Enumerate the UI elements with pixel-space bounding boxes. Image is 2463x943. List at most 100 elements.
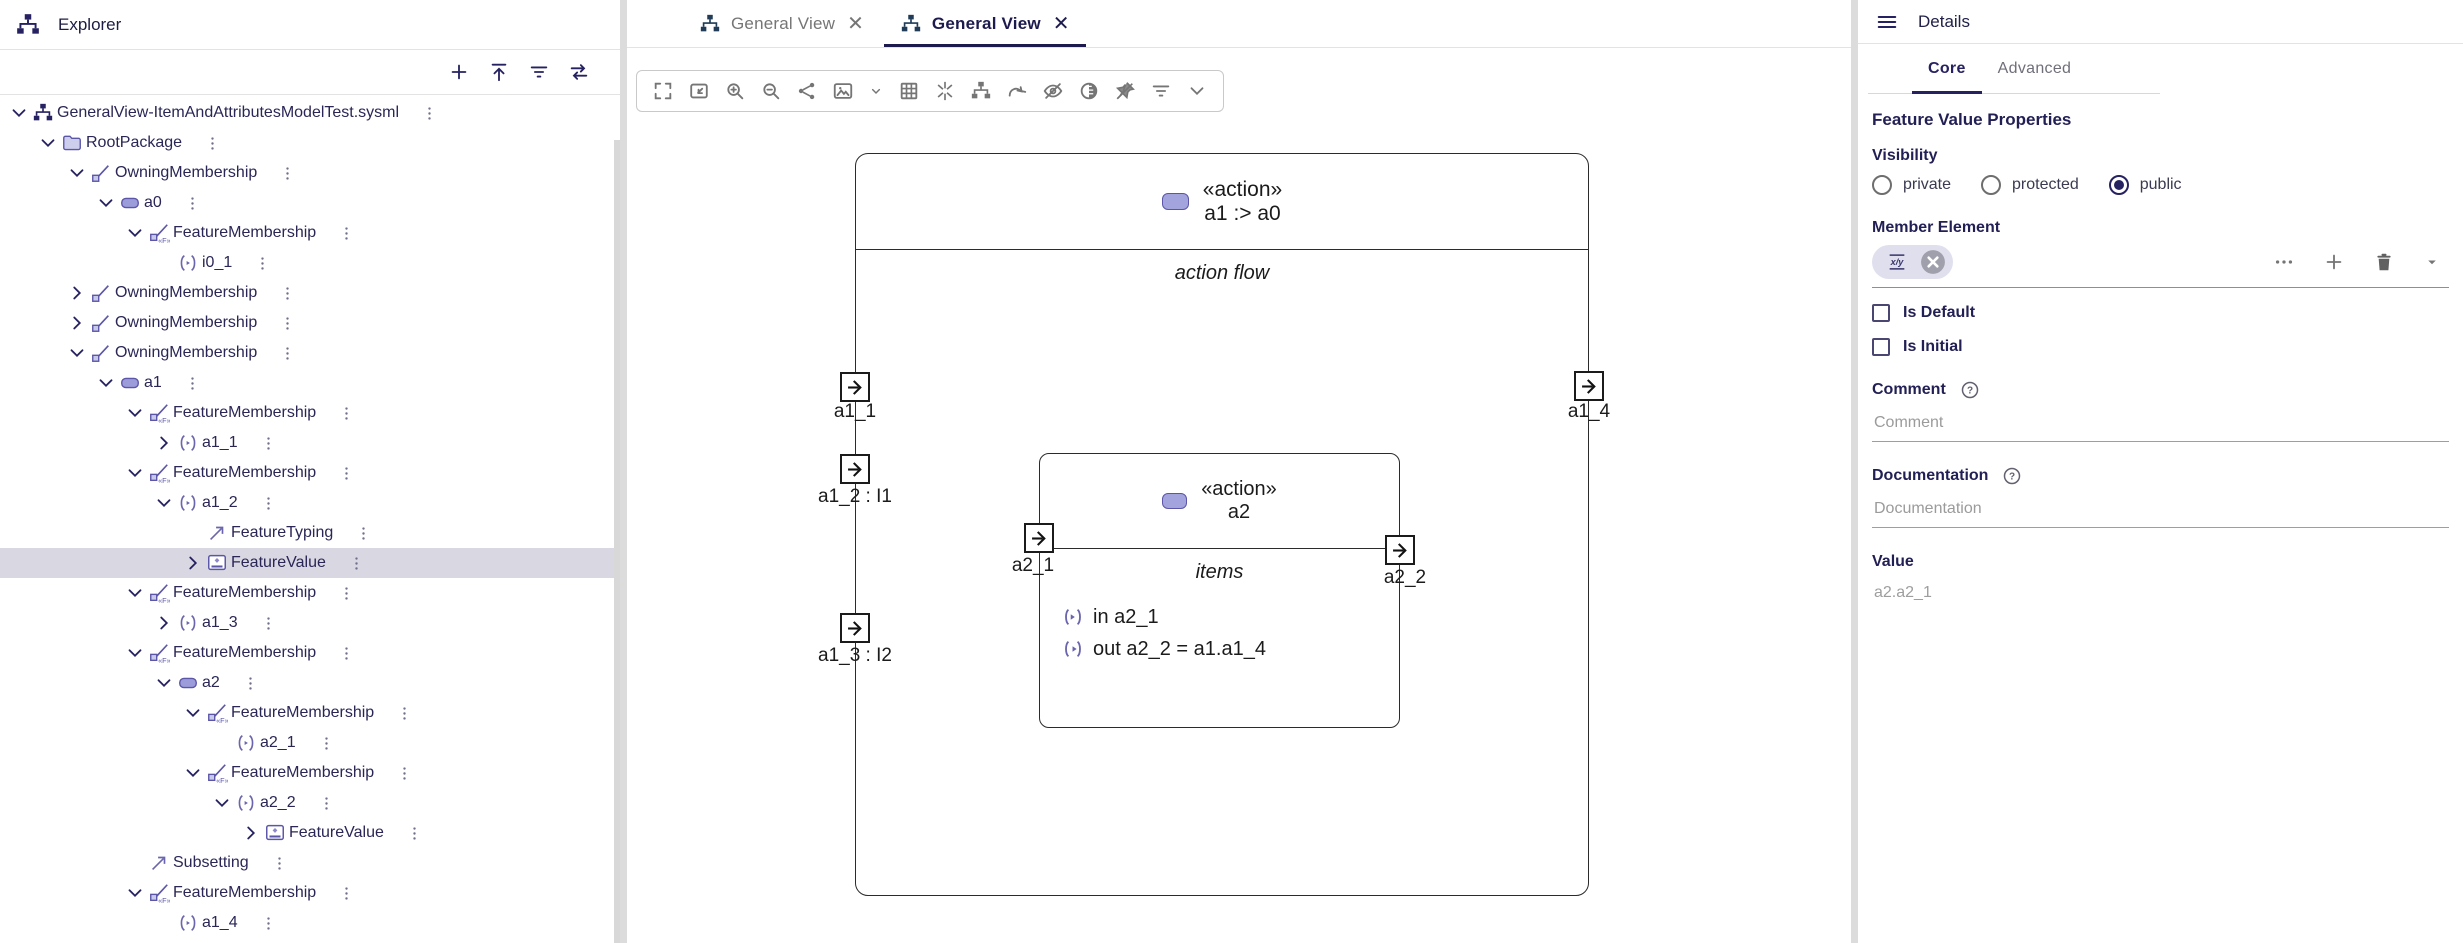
chevron-down-icon[interactable]	[36, 132, 60, 154]
more-actions-icon[interactable]	[348, 555, 365, 572]
tree-item-featuremembership[interactable]: «F»FeatureMembership	[0, 578, 620, 608]
filter-elements-icon[interactable]	[1143, 80, 1179, 102]
tree-item-a2-1[interactable]: a2_1	[0, 728, 620, 758]
delete-member-icon[interactable]	[2371, 249, 2397, 275]
chevron-right-icon[interactable]	[239, 822, 263, 844]
panel-resize-handle-right[interactable]	[1851, 0, 1858, 943]
more-actions-icon[interactable]	[406, 825, 423, 842]
chevron-down-icon[interactable]	[123, 882, 147, 904]
details-tab-advanced[interactable]: Advanced	[1982, 44, 2088, 93]
more-actions-icon[interactable]	[338, 405, 355, 422]
action-node-a2[interactable]: «action» a2 items in a2_1out a2_2 = a1.a…	[1039, 453, 1400, 728]
more-actions-icon[interactable]	[338, 885, 355, 902]
tree-item-featurevalue[interactable]: FeatureValue	[0, 818, 620, 848]
tree-item-featuremembership[interactable]: «F»FeatureMembership	[0, 878, 620, 908]
more-actions-icon[interactable]	[355, 525, 372, 542]
more-actions-icon[interactable]	[338, 225, 355, 242]
port-a1_1[interactable]	[840, 372, 870, 402]
chevron-down-icon[interactable]	[181, 762, 205, 784]
tree-item-featurevalue[interactable]: FeatureValue	[0, 548, 620, 578]
chevron-down-icon[interactable]	[65, 162, 89, 184]
tree-item-generalview-itemandattributesmodeltest-sysml[interactable]: GeneralView-ItemAndAttributesModelTest.s…	[0, 98, 620, 128]
close-tab-icon[interactable]: ✕	[847, 14, 864, 34]
fade-element-icon[interactable]	[1071, 80, 1107, 102]
member-dropdown-caret-icon[interactable]	[2421, 251, 2443, 273]
chevron-down-icon[interactable]	[123, 582, 147, 604]
more-actions-icon[interactable]	[338, 465, 355, 482]
tree-item-a1-3[interactable]: a1_3	[0, 608, 620, 638]
more-actions-icon[interactable]	[271, 855, 288, 872]
tree-item-a2-2[interactable]: a2_2	[0, 788, 620, 818]
checkbox-is-default[interactable]: Is Default	[1872, 304, 2449, 322]
radio-unselected-icon[interactable]	[1981, 175, 2001, 195]
fit-to-screen-icon[interactable]	[681, 80, 717, 102]
chevron-down-icon[interactable]	[123, 642, 147, 664]
port-a1_4[interactable]	[1574, 371, 1604, 401]
more-actions-icon[interactable]	[396, 705, 413, 722]
explorer-scrollbar[interactable]	[614, 140, 620, 943]
chevron-down-icon[interactable]	[181, 702, 205, 724]
more-actions-icon[interactable]	[242, 675, 259, 692]
comment-input[interactable]	[1872, 410, 2449, 442]
more-actions-icon[interactable]	[260, 915, 277, 932]
fullscreen-icon[interactable]	[645, 80, 681, 102]
chevron-right-icon[interactable]	[152, 612, 176, 634]
upload-icon[interactable]	[486, 59, 512, 85]
chevron-down-icon[interactable]	[94, 192, 118, 214]
tree-item-a2[interactable]: a2	[0, 668, 620, 698]
tab-general-view-2[interactable]: General View✕	[884, 0, 1086, 47]
visibility-radio-private[interactable]: private	[1872, 175, 1951, 195]
tree-item-featuretyping[interactable]: FeatureTyping	[0, 518, 620, 548]
tree-item-a1[interactable]: a1	[0, 368, 620, 398]
hide-element-icon[interactable]	[1035, 80, 1071, 102]
item-in[interactable]: in a2_1	[1040, 601, 1399, 633]
reveal-arrow-icon[interactable]	[999, 80, 1035, 102]
help-icon[interactable]: ?	[1958, 378, 1982, 402]
documentation-input[interactable]	[1872, 496, 2449, 528]
item-out[interactable]: out a2_2 = a1.a1_4	[1040, 633, 1399, 665]
more-actions-icon[interactable]	[279, 165, 296, 182]
export-image-caret-icon[interactable]	[861, 83, 891, 99]
more-actions-icon[interactable]	[184, 375, 201, 392]
tree-item-owningmembership[interactable]: OwningMembership	[0, 158, 620, 188]
member-element-chip[interactable]: x/y	[1872, 245, 1953, 279]
radio-selected-icon[interactable]	[2109, 175, 2129, 195]
help-icon[interactable]: ?	[2000, 464, 2024, 488]
chevron-down-icon[interactable]	[65, 342, 89, 364]
tree-item-owningmembership[interactable]: OwningMembership	[0, 308, 620, 338]
tree-item-featuremembership[interactable]: «F»FeatureMembership	[0, 218, 620, 248]
chevron-down-icon[interactable]	[123, 222, 147, 244]
chip-remove-icon[interactable]	[1918, 247, 1948, 277]
radio-unselected-icon[interactable]	[1872, 175, 1892, 195]
more-actions-icon[interactable]	[279, 315, 296, 332]
more-actions-icon[interactable]	[279, 345, 296, 362]
export-image-icon[interactable]	[825, 80, 861, 102]
more-actions-icon[interactable]	[318, 795, 335, 812]
more-actions-icon[interactable]	[204, 135, 221, 152]
unpin-element-icon[interactable]	[1107, 80, 1143, 102]
chevron-down-icon[interactable]	[152, 672, 176, 694]
close-tab-icon[interactable]: ✕	[1053, 14, 1070, 34]
action-node-a2-header[interactable]: «action» a2	[1040, 454, 1399, 549]
tree-item-a1-2[interactable]: a1_2	[0, 488, 620, 518]
more-options-icon[interactable]	[2271, 249, 2297, 275]
checkbox-icon[interactable]	[1872, 338, 1890, 356]
chevron-down-icon[interactable]	[94, 372, 118, 394]
port-a2_1[interactable]	[1024, 523, 1054, 553]
tree-item-a1-4[interactable]: a1_4	[0, 908, 620, 938]
filter-icon[interactable]	[526, 59, 552, 85]
tree-item-owningmembership[interactable]: OwningMembership	[0, 278, 620, 308]
port-a1_3[interactable]	[840, 613, 870, 643]
tree-item-featuremembership[interactable]: «F»FeatureMembership	[0, 458, 620, 488]
add-icon[interactable]	[446, 59, 472, 85]
tree-item-i0-1[interactable]: i0_1	[0, 248, 620, 278]
checkbox-icon[interactable]	[1872, 304, 1890, 322]
chevron-down-icon[interactable]	[123, 402, 147, 424]
tree-item-featuremembership[interactable]: «F»FeatureMembership	[0, 638, 620, 668]
snap-lines-icon[interactable]	[927, 80, 963, 102]
tree-item-subsetting[interactable]: Subsetting	[0, 848, 620, 878]
more-actions-icon[interactable]	[260, 435, 277, 452]
tree-item-featuremembership[interactable]: «F»FeatureMembership	[0, 398, 620, 428]
chevron-down-icon[interactable]	[152, 492, 176, 514]
more-actions-icon[interactable]	[260, 495, 277, 512]
